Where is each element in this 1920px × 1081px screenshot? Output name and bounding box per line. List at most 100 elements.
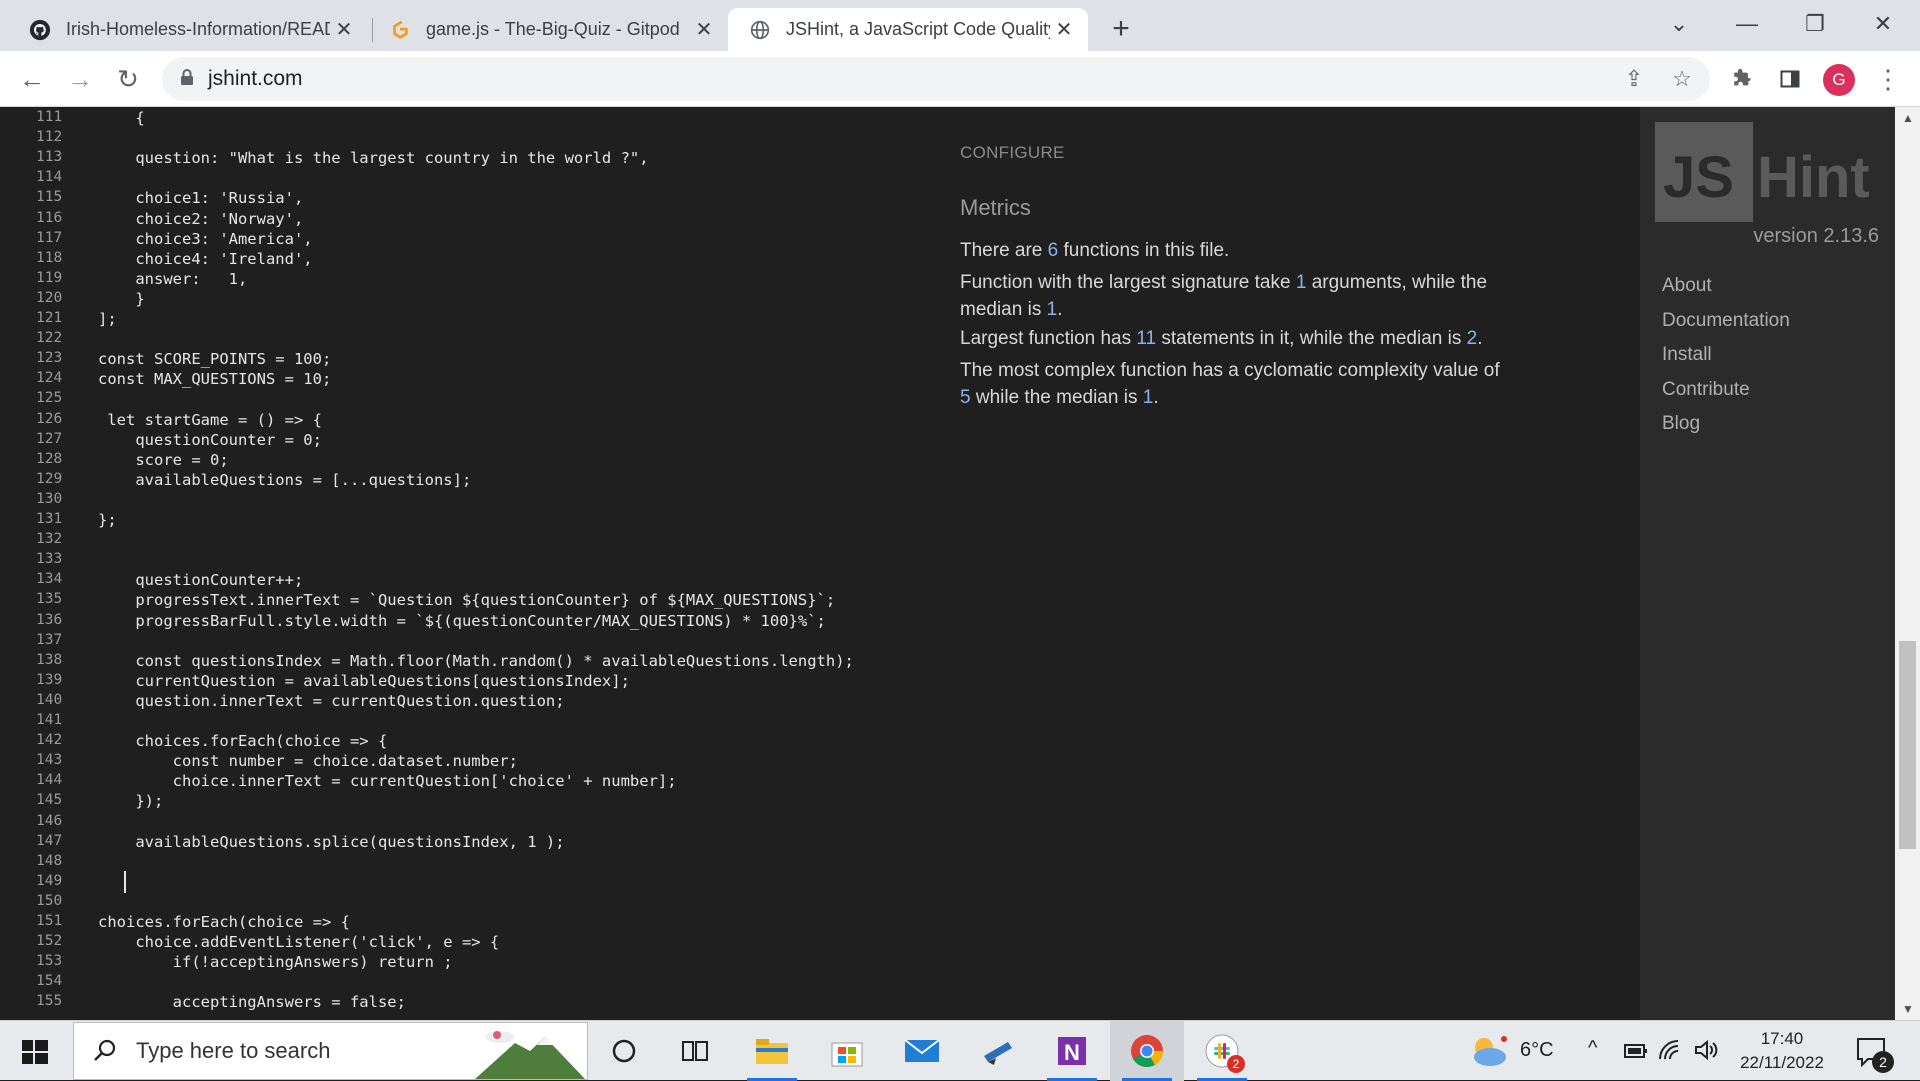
slack-icon[interactable]: 2	[1185, 1021, 1259, 1081]
forward-button[interactable]: →	[62, 61, 98, 97]
code-text[interactable]: questionCounter = 0;	[98, 431, 322, 449]
code-line[interactable]: 149	[0, 873, 940, 893]
code-line[interactable]: 127 questionCounter = 0;	[0, 431, 940, 451]
code-line[interactable]: 130	[0, 491, 940, 511]
onenote-icon[interactable]: N	[1035, 1021, 1109, 1081]
tab-github-readme[interactable]: Irish-Homeless-Information/READ ✕	[8, 8, 368, 51]
jshint-logo[interactable]: JS Hint	[1655, 122, 1885, 222]
code-editor[interactable]: 111 {112 113 question: "What is the large…	[0, 107, 940, 1020]
bookmark-star-icon[interactable]: ☆	[1666, 63, 1698, 95]
code-line[interactable]: 125	[0, 390, 940, 410]
volume-icon[interactable]	[1694, 1039, 1720, 1061]
code-text[interactable]: score = 0;	[98, 451, 228, 469]
code-text[interactable]: choice3: 'America',	[98, 230, 312, 248]
task-view-icon[interactable]	[658, 1021, 732, 1081]
code-line[interactable]: 137	[0, 632, 940, 652]
tray-chevron-up-icon[interactable]: ^	[1588, 1037, 1597, 1060]
code-line[interactable]: 148	[0, 853, 940, 873]
microsoft-store-icon[interactable]	[810, 1021, 884, 1081]
code-line[interactable]: 112	[0, 129, 940, 149]
new-tab-button[interactable]: +	[1104, 12, 1138, 46]
code-line[interactable]: 117 choice3: 'America',	[0, 230, 940, 250]
nav-blog[interactable]: Blog	[1662, 413, 1700, 435]
reload-button[interactable]: ↻	[110, 61, 146, 97]
code-line[interactable]: 145 });	[0, 792, 940, 812]
code-text[interactable]: };	[98, 511, 117, 529]
code-line[interactable]: 150	[0, 893, 940, 913]
code-text[interactable]: if(!acceptingAnswers) return ;	[98, 953, 453, 971]
code-text[interactable]: choice2: 'Norway',	[98, 210, 303, 228]
code-line[interactable]: 128 score = 0;	[0, 451, 940, 471]
code-line[interactable]: 126 let startGame = () => {	[0, 411, 940, 431]
code-text[interactable]: question: "What is the largest country i…	[98, 149, 648, 167]
tab-jshint[interactable]: JSHint, a JavaScript Code Quality ✕	[728, 8, 1088, 51]
code-line[interactable]: 122	[0, 330, 940, 350]
nav-about[interactable]: About	[1662, 275, 1712, 297]
lock-icon[interactable]	[180, 68, 194, 91]
code-text[interactable]: choices.forEach(choice => {	[98, 913, 350, 931]
nav-documentation[interactable]: Documentation	[1662, 310, 1790, 332]
code-text[interactable]: question.innerText = currentQuestion.que…	[98, 692, 564, 710]
code-text[interactable]: acceptingAnswers = false;	[98, 993, 406, 1011]
code-line[interactable]: 133	[0, 551, 940, 571]
restore-button[interactable]: ❐	[1792, 4, 1838, 44]
code-text[interactable]: availableQuestions.splice(questionsIndex…	[98, 833, 564, 851]
code-text[interactable]: currentQuestion = availableQuestions[que…	[98, 672, 630, 690]
code-line[interactable]: 152 choice.addEventListener('click', e =…	[0, 933, 940, 953]
cortana-icon[interactable]	[587, 1021, 661, 1081]
battery-icon[interactable]	[1624, 1043, 1648, 1059]
code-text[interactable]: choice4: 'Ireland',	[98, 250, 312, 268]
code-line[interactable]: 124 const MAX_QUESTIONS = 10;	[0, 370, 940, 390]
weather-temperature[interactable]: 6°C	[1520, 1039, 1554, 1062]
close-icon[interactable]: ✕	[690, 16, 718, 44]
code-line[interactable]: 111 {	[0, 109, 940, 129]
code-line[interactable]: 138 const questionsIndex = Math.floor(Ma…	[0, 652, 940, 672]
code-line[interactable]: 151 choices.forEach(choice => {	[0, 913, 940, 933]
side-panel-icon[interactable]	[1774, 63, 1806, 95]
extensions-puzzle-icon[interactable]	[1726, 63, 1758, 95]
code-text[interactable]: ];	[98, 310, 117, 328]
code-text[interactable]: const questionsIndex = Math.floor(Math.r…	[98, 652, 854, 670]
share-icon[interactable]: ⇪	[1618, 63, 1650, 95]
close-icon[interactable]: ✕	[330, 16, 358, 44]
code-line[interactable]: 116 choice2: 'Norway',	[0, 210, 940, 230]
code-line[interactable]: 136 progressBarFull.style.width = `${(qu…	[0, 612, 940, 632]
more-menu-icon[interactable]: ⋮	[1872, 63, 1904, 95]
tab-search-chevron-icon[interactable]: ⌄	[1656, 4, 1702, 44]
scroll-down-arrow-icon[interactable]: ▼	[1902, 1002, 1914, 1016]
scroll-thumb[interactable]	[1899, 641, 1916, 849]
code-text[interactable]: questionCounter++;	[98, 571, 303, 589]
code-text[interactable]: progressText.innerText = `Question ${que…	[98, 591, 835, 609]
system-clock[interactable]: 17:40 22/11/2022	[1734, 1027, 1830, 1075]
code-line[interactable]: 155 acceptingAnswers = false;	[0, 993, 940, 1013]
page-scrollbar[interactable]: ▲ ▼	[1895, 107, 1920, 1020]
code-line[interactable]: 135 progressText.innerText = `Question $…	[0, 591, 940, 611]
code-line[interactable]: 141	[0, 712, 940, 732]
code-text[interactable]: choices.forEach(choice => {	[98, 732, 387, 750]
code-line[interactable]: 142 choices.forEach(choice => {	[0, 732, 940, 752]
windows-start-icon[interactable]	[12, 1035, 58, 1069]
code-text[interactable]: availableQuestions = [...questions];	[98, 471, 471, 489]
minimize-button[interactable]: —	[1724, 4, 1770, 44]
code-line[interactable]: 129 availableQuestions = [...questions];	[0, 471, 940, 491]
code-line[interactable]: 132	[0, 531, 940, 551]
chrome-icon[interactable]	[1110, 1021, 1184, 1081]
code-text[interactable]: choice.innerText = currentQuestion['choi…	[98, 772, 677, 790]
tab-gitpod[interactable]: game.js - The-Big-Quiz - Gitpod ✕	[368, 8, 728, 51]
code-line[interactable]: 146	[0, 813, 940, 833]
code-line[interactable]: 131};	[0, 511, 940, 531]
configure-link[interactable]: CONFIGURE	[960, 143, 1065, 163]
weather-cloud-sun-icon[interactable]	[1466, 1033, 1510, 1069]
code-text[interactable]: const SCORE_POINTS = 100;	[98, 350, 331, 368]
code-line[interactable]: 118 choice4: 'Ireland',	[0, 250, 940, 270]
code-line[interactable]: 139 currentQuestion = availableQuestions…	[0, 672, 940, 692]
address-bar[interactable]: jshint.com	[162, 57, 1710, 101]
code-line[interactable]: 147 availableQuestions.splice(questionsI…	[0, 833, 940, 853]
code-line[interactable]: 134 questionCounter++;	[0, 571, 940, 591]
code-line[interactable]: 153 if(!acceptingAnswers) return ;	[0, 953, 940, 973]
close-window-button[interactable]: ✕	[1860, 4, 1906, 44]
file-explorer-icon[interactable]	[735, 1021, 809, 1081]
code-line[interactable]: 121];	[0, 310, 940, 330]
code-line[interactable]: 120 }	[0, 290, 940, 310]
code-line[interactable]: 114	[0, 169, 940, 189]
